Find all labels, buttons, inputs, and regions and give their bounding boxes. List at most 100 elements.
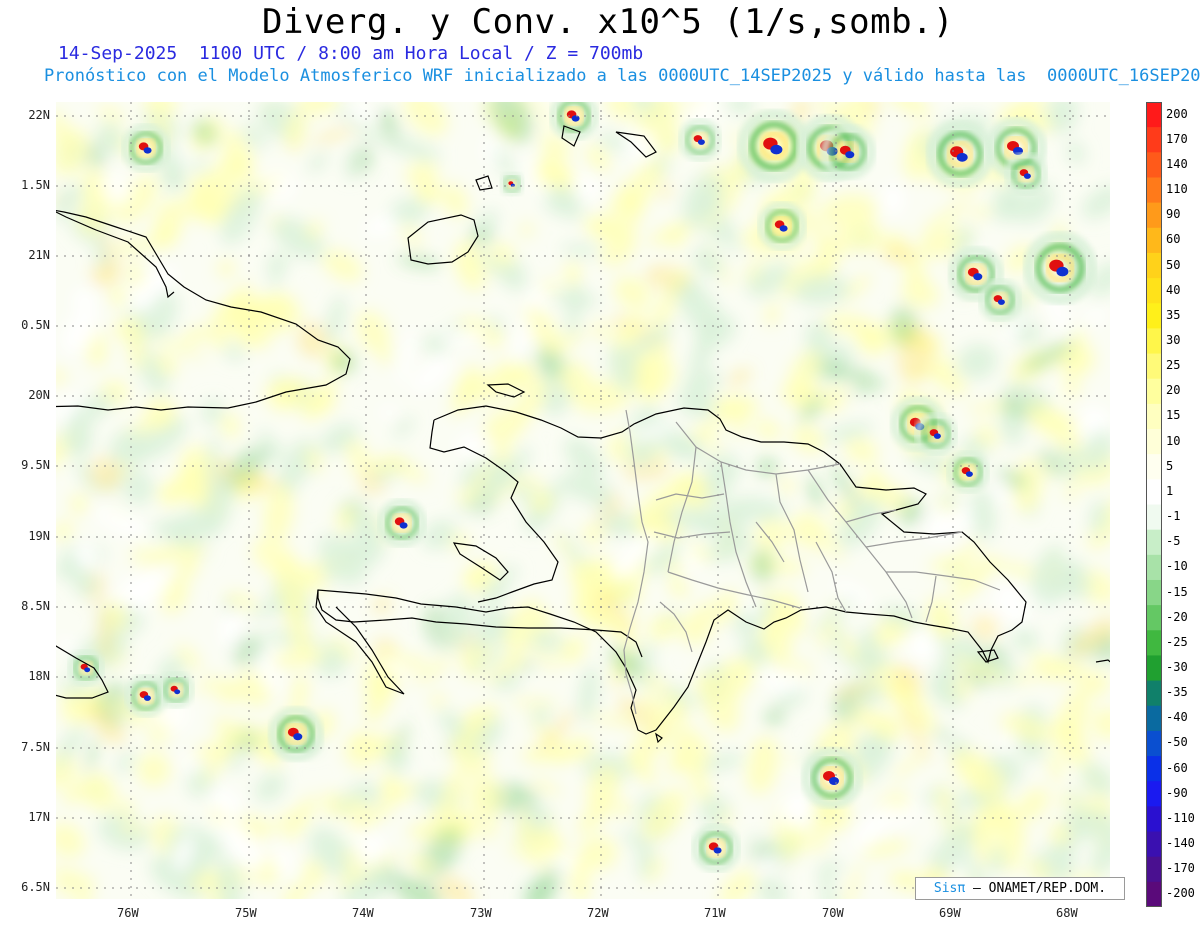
convective-cell xyxy=(157,671,195,709)
colorbar-swatch xyxy=(1146,554,1162,581)
convergence-core xyxy=(293,733,303,741)
latitude-label: 20N xyxy=(28,388,50,402)
longitude-label: 70W xyxy=(822,906,844,920)
colorbar-swatch xyxy=(1146,605,1162,631)
colorbar-tick-label: -40 xyxy=(1166,710,1188,725)
colorbar-tick-label: 170 xyxy=(1166,131,1188,146)
convective-cell xyxy=(820,124,876,180)
colorbar-swatch xyxy=(1146,127,1162,153)
convective-cell xyxy=(691,823,741,873)
longitude-label: 69W xyxy=(939,906,961,920)
colorbar-swatch xyxy=(1146,831,1162,858)
latitude-label: 1.5N xyxy=(21,178,50,192)
colorbar-swatch xyxy=(1146,102,1162,128)
latitude-label: 9.5N xyxy=(21,458,50,472)
colorbar-swatch xyxy=(1146,454,1162,480)
colorbar-swatch xyxy=(1146,479,1162,505)
colorbar-tick-label: 25 xyxy=(1166,358,1181,373)
colorbar-swatch xyxy=(1146,227,1162,254)
longitude-label: 68W xyxy=(1056,906,1078,920)
colorbar-swatch xyxy=(1146,504,1162,531)
colorbar-tick-label: -25 xyxy=(1166,634,1188,649)
colorbar-tick-label: -200 xyxy=(1166,886,1195,901)
colorbar-tick-label: 10 xyxy=(1166,433,1181,448)
colorbar-swatch xyxy=(1146,429,1162,455)
colorbar-tick-label: 60 xyxy=(1166,232,1181,247)
convergence-core xyxy=(965,471,973,477)
colorbar-tick-label: -15 xyxy=(1166,584,1188,599)
credit-brand: Sisπ xyxy=(933,881,966,896)
convergence-core xyxy=(1056,266,1069,277)
convective-cell xyxy=(925,119,995,189)
colorbar-swatch xyxy=(1146,655,1162,682)
colorbar-tick-label: -20 xyxy=(1166,609,1188,624)
convergence-core xyxy=(697,139,705,145)
convergence-core xyxy=(997,299,1005,305)
convergence-core xyxy=(143,695,151,701)
credit-box: Sisπ – ONAMET/REP.DOM. xyxy=(915,877,1125,900)
longitude-label: 72W xyxy=(587,906,609,920)
convective-cell xyxy=(736,108,812,184)
colorbar-tick-label: -60 xyxy=(1166,760,1188,775)
colorbar-swatch xyxy=(1146,806,1162,833)
colorbar-tick-label: 5 xyxy=(1166,458,1174,473)
colorbar-tick-label: 140 xyxy=(1166,156,1188,171)
latitude-label: 17N xyxy=(28,810,50,824)
convergence-core xyxy=(571,115,580,122)
field-blob xyxy=(696,425,715,443)
colorbar-tick-label: -10 xyxy=(1166,559,1188,574)
credit-text: – ONAMET/REP.DOM. xyxy=(973,881,1107,896)
colorbar-tick-label: -35 xyxy=(1166,685,1188,700)
convective-cell xyxy=(1022,230,1098,306)
convective-cell xyxy=(678,118,722,162)
colorbar-tick-label: 15 xyxy=(1166,408,1181,423)
colorbar-swatch xyxy=(1146,529,1162,556)
colorbar-tick-label: 35 xyxy=(1166,307,1181,322)
latitude-label: 8.5N xyxy=(21,599,50,613)
colorbar-swatch xyxy=(1146,403,1162,430)
colorbar-tick-label: -170 xyxy=(1166,861,1195,876)
colorbar-tick-label: 20 xyxy=(1166,383,1181,398)
colorbar-swatch xyxy=(1146,579,1162,606)
colorbar-swatch xyxy=(1146,252,1162,279)
colorbar-tick-label: 110 xyxy=(1166,182,1188,197)
latitude-label: 18N xyxy=(28,669,50,683)
convergence-core xyxy=(779,225,788,232)
colorbar-tick-label: -140 xyxy=(1166,836,1195,851)
convective-cell xyxy=(978,278,1022,322)
forecast-time-line: 14-Sep-2025 1100 UTC / 8:00 am Hora Loca… xyxy=(58,43,644,64)
colorbar-tick-label: 50 xyxy=(1166,257,1181,272)
convective-cell xyxy=(268,706,324,762)
colorbar-swatch xyxy=(1146,730,1162,757)
convective-cell xyxy=(914,412,958,456)
longitude-label: 75W xyxy=(235,906,257,920)
latitude-label: 6.5N xyxy=(21,880,50,894)
convergence-core xyxy=(1023,173,1031,179)
colorbar-swatch xyxy=(1146,202,1162,229)
colorbar-swatch xyxy=(1146,378,1162,405)
convergence-core xyxy=(84,667,91,673)
colorbar-swatch xyxy=(1146,705,1162,732)
colorbar-swatch xyxy=(1146,152,1162,178)
colorbar-swatch xyxy=(1146,630,1162,656)
colorbar-swatch xyxy=(1146,781,1162,807)
convective-cell xyxy=(377,498,427,548)
latitude-label: 0.5N xyxy=(21,318,50,332)
latitude-label: 21N xyxy=(28,248,50,262)
convective-cell xyxy=(801,747,863,809)
colorbar xyxy=(1146,102,1162,911)
colorbar-swatch xyxy=(1146,278,1162,304)
colorbar-swatch xyxy=(1146,680,1162,707)
colorbar-swatch xyxy=(1146,177,1162,204)
colorbar-swatch xyxy=(1146,353,1162,380)
colorbar-tick-label: 200 xyxy=(1166,106,1188,121)
colorbar-tick-label: -30 xyxy=(1166,660,1188,675)
colorbar-tick-label: 40 xyxy=(1166,282,1181,297)
longitude-label: 74W xyxy=(352,906,374,920)
convergence-core xyxy=(829,777,839,785)
field-blob xyxy=(1057,793,1074,809)
convective-cell xyxy=(499,171,525,197)
longitude-label: 73W xyxy=(470,906,492,920)
map-canvas xyxy=(56,102,1110,899)
colorbar-tick-label: -50 xyxy=(1166,735,1188,750)
